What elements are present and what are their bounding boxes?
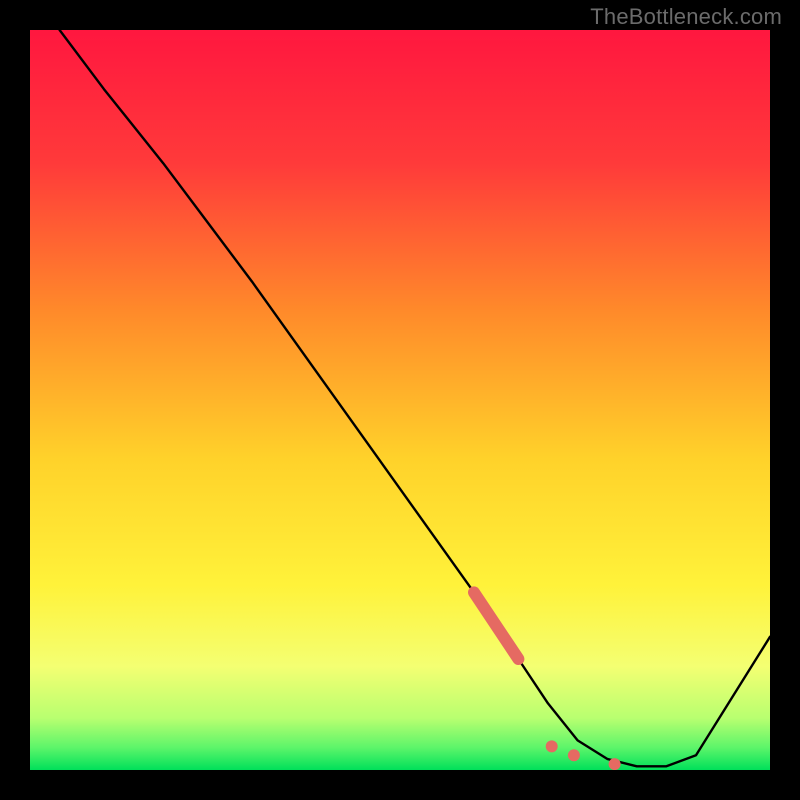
gradient-background — [30, 30, 770, 770]
watermark-text: TheBottleneck.com — [590, 4, 782, 30]
chart-svg — [30, 30, 770, 770]
plot-area — [30, 30, 770, 770]
chart-frame: TheBottleneck.com — [0, 0, 800, 800]
